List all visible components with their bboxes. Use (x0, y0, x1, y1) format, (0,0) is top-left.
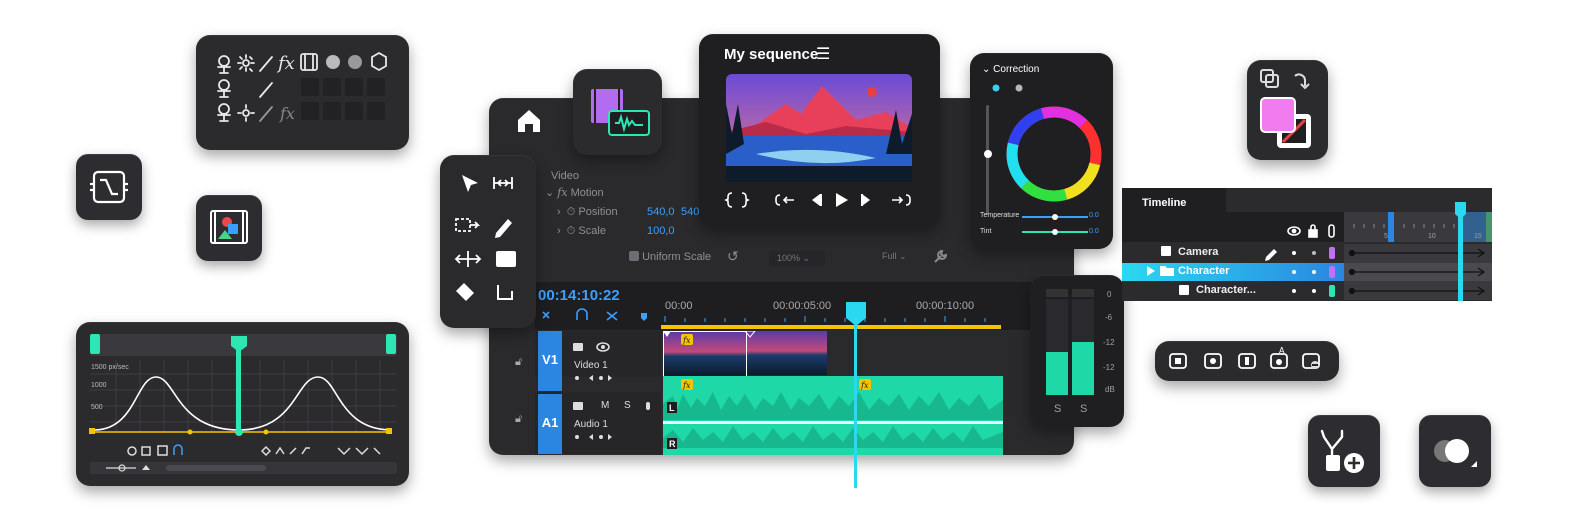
layer-row-character-child[interactable]: Character... (1196, 284, 1256, 296)
sequence-title[interactable]: My sequence (724, 46, 818, 63)
meter-scale-3: -12 (1103, 363, 1115, 372)
media-clip-icon (591, 89, 650, 136)
layer-row-camera[interactable]: Camera (1178, 246, 1218, 258)
media-browser-tile[interactable] (573, 69, 662, 155)
channel-left: L (669, 403, 675, 413)
meter-level-left (1046, 352, 1068, 395)
sequence-preview-panel: My sequence ☰ (699, 34, 940, 227)
transition-icon (90, 170, 128, 204)
layer-ruler-10: 10 (1428, 233, 1436, 240)
motion-row[interactable]: ⌄ fx Motion (545, 186, 604, 199)
v1-target[interactable]: V1 (538, 331, 562, 391)
tools-panel (440, 155, 536, 328)
preview-frame[interactable] (726, 74, 912, 182)
v1-lock-icon[interactable]: 🔓︎ (515, 356, 522, 369)
timecode[interactable]: 00:14:10:22 (538, 287, 620, 304)
tools-icons[interactable] (440, 155, 536, 328)
color-correction-panel: ⌄ Correction Temperature 0.0 Tint 0.0 (970, 53, 1113, 249)
position-label: Position (578, 206, 618, 218)
channel-right: R (669, 439, 676, 449)
audio-waveform: fx fx (663, 379, 1003, 449)
timeline-ruler[interactable] (535, 304, 1075, 334)
meter-scale-0: 0 (1107, 290, 1112, 299)
meter-scale-2: -12 (1103, 338, 1115, 347)
quality-select[interactable]: Full ⌄ (882, 251, 907, 262)
speed-graph-panel: 1500 px/sec 1000 500 (76, 322, 409, 486)
scale-value[interactable]: 100,0 (647, 225, 675, 237)
add-tool-tile[interactable] (1308, 415, 1380, 487)
a1-lock-icon[interactable]: 🔓︎ (515, 413, 522, 426)
speed-graph[interactable] (76, 322, 409, 486)
zoom-value: 100% (777, 253, 801, 263)
layer-ruler-15: 15 (1474, 233, 1482, 240)
layer-timeline-graphics[interactable] (1122, 188, 1492, 301)
temperature-value[interactable]: 0.0 (1089, 212, 1099, 219)
uniform-scale-label: Uniform Scale (642, 251, 712, 263)
quality-value: Full (882, 251, 897, 261)
keyframe-tool-icons[interactable]: A (1155, 341, 1339, 381)
motion-label: Motion (570, 187, 604, 199)
transport-controls[interactable] (724, 190, 924, 210)
keyframe-toolbar: A (1155, 341, 1339, 381)
mask-tool-tile[interactable] (1419, 415, 1491, 487)
position-row[interactable]: › ⏱ Position (557, 206, 618, 219)
playhead-handle[interactable] (844, 300, 868, 328)
home-icon[interactable] (514, 106, 544, 136)
svg-text:fx: fx (682, 381, 691, 390)
correction-title[interactable]: ⌄ Correction (982, 64, 1039, 75)
track-header-icons[interactable] (571, 338, 651, 458)
a1-target[interactable]: A1 (538, 394, 562, 454)
position-x-value[interactable]: 540,0 (647, 206, 675, 218)
correction-title-label: Correction (993, 64, 1040, 75)
temperature-label: Temperature (980, 212, 1020, 219)
svg-text:fx: fx (279, 104, 295, 123)
graph-y-label-top: 1500 px/sec (91, 364, 129, 371)
tint-value[interactable]: 0.0 (1089, 228, 1099, 235)
playhead-line[interactable] (854, 318, 857, 488)
solo-right[interactable]: S (1080, 403, 1087, 415)
sequence-menu-icon[interactable]: ☰ (816, 44, 830, 64)
meter-scale-1: -6 (1105, 313, 1113, 322)
transition-tile[interactable] (76, 154, 142, 220)
solo-left[interactable]: S (1054, 403, 1061, 415)
effects-section-label: Video (551, 170, 579, 182)
scale-row[interactable]: › ⏱ Scale (557, 225, 606, 238)
graph-y-label-low: 500 (91, 404, 103, 411)
wrench-icon[interactable] (931, 248, 949, 266)
media-tile[interactable] (196, 195, 262, 261)
branch-add-icon (1320, 429, 1364, 473)
graph-y-label-mid: 1000 (91, 382, 107, 389)
effects-grid-icons[interactable]: fx fx (196, 35, 409, 150)
meter-level-right (1072, 342, 1094, 395)
svg-text:fx: fx (276, 53, 295, 74)
effects-icon-grid: fx fx (196, 35, 409, 150)
reset-icon[interactable]: ↺ (727, 248, 739, 265)
mask-overlap-icon (1434, 439, 1477, 467)
svg-text:fx: fx (682, 336, 691, 345)
scale-label: Scale (578, 225, 606, 237)
fill-stroke-tile[interactable] (1247, 60, 1328, 160)
layer-timeline-panel: Timeline 5 10 15 Camera Character Charac… (1122, 188, 1492, 301)
tint-label: Tint (980, 228, 992, 235)
clip-fx-badges: fx (663, 331, 756, 345)
svg-text:fx: fx (860, 381, 869, 390)
meter-scale-db: dB (1105, 385, 1115, 394)
zoom-select[interactable]: 100% ⌄ (769, 251, 825, 266)
svg-text:A: A (1279, 346, 1285, 355)
audio-meter-panel: 0 -6 -12 -12 dB S S (1030, 275, 1124, 427)
layer-row-character[interactable]: Character (1178, 265, 1229, 277)
fill-stroke-swatches (1260, 69, 1311, 148)
layer-ruler-5: 5 (1384, 233, 1388, 240)
image-sequence-icon (210, 210, 248, 244)
uniform-scale-checkbox[interactable]: Uniform Scale (629, 251, 711, 263)
